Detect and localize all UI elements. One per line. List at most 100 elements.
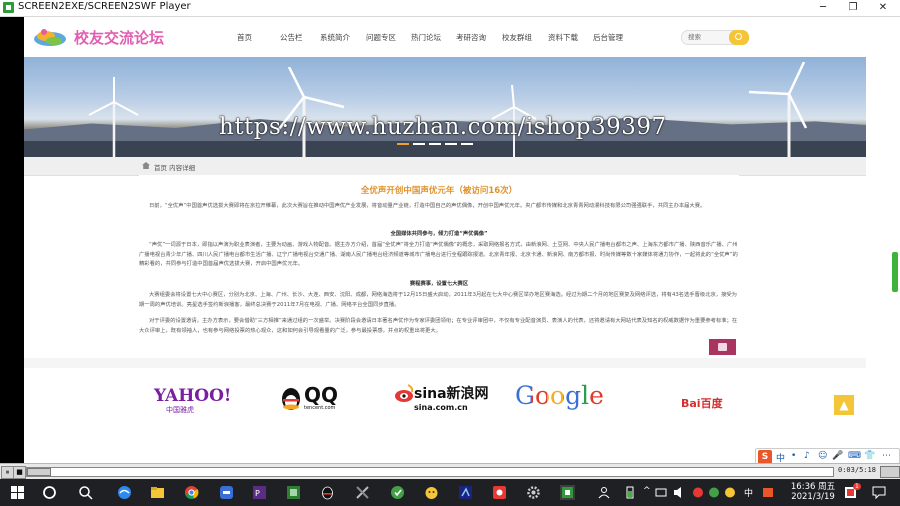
tools-icon[interactable] <box>355 485 370 500</box>
nav-downloads[interactable]: 资料下载 <box>548 32 578 43</box>
home-icon <box>142 162 150 169</box>
screen2exe-icon[interactable] <box>560 485 575 500</box>
nav-grad-consult[interactable]: 考研咨询 <box>456 32 486 43</box>
clock-date: 2021/3/19 <box>791 492 835 502</box>
app-icon-green[interactable] <box>286 485 301 500</box>
site-header: 校友交流论坛 首页 公告栏 系统简介 问题专区 热门论坛 考研咨询 校友群组 资… <box>24 17 866 57</box>
app-icon-navy[interactable] <box>458 485 473 500</box>
ime-skin-icon[interactable]: 👕 <box>864 451 875 461</box>
tray-expand-icon[interactable]: ^ <box>643 486 651 496</box>
nav-home[interactable]: 首页 <box>237 32 252 43</box>
nav-system-intro[interactable]: 系统简介 <box>320 32 350 43</box>
right-margin: ▲ <box>834 17 900 463</box>
app-icon-yellow[interactable] <box>424 485 439 500</box>
taskbar-clock[interactable]: 16:36 周五 2021/3/19 <box>785 482 841 502</box>
seek-track[interactable] <box>26 467 834 477</box>
edge-browser-icon[interactable] <box>117 485 132 500</box>
ime-sound-icon[interactable]: ♪ <box>804 451 810 461</box>
partner-logos: YAHOO! 中国雅虎 QQ tencent.com sina新浪网 sina.… <box>24 368 866 463</box>
ime-more-icon[interactable]: ⋯ <box>882 451 891 461</box>
clock-time: 16:36 周五 <box>790 482 836 492</box>
partner-name: YAHOO! <box>154 386 232 406</box>
ime-tray-icon[interactable] <box>762 485 774 500</box>
file-explorer-icon[interactable] <box>150 485 165 500</box>
window-titlebar: SCREEN2EXE/SCREEN2SWF Player ─ ❐ ✕ <box>0 0 900 17</box>
partner-name: sina新浪网 <box>414 386 489 402</box>
breadcrumb-text[interactable]: 首页 内容详细 <box>154 162 195 172</box>
penguin-icon <box>282 388 300 410</box>
windows-start-icon[interactable] <box>11 486 24 499</box>
app-icon-red[interactable] <box>492 485 507 500</box>
slide-dot[interactable] <box>413 143 425 145</box>
sogou-ime-icon[interactable]: S <box>758 450 772 464</box>
action-center-icon[interactable] <box>872 485 886 500</box>
slide-dot[interactable] <box>445 143 457 145</box>
tray-app-icon[interactable] <box>724 485 736 500</box>
search-icon[interactable] <box>729 30 749 45</box>
share-button[interactable] <box>709 339 736 355</box>
nav-announcements[interactable]: 公告栏 <box>280 32 303 43</box>
nav-alumni-groups[interactable]: 校友群组 <box>502 32 532 43</box>
app-icon-blue[interactable] <box>219 485 234 500</box>
chrome-icon[interactable] <box>184 485 199 500</box>
section-divider <box>24 358 866 368</box>
article-paragraph: 对于评委的设置邀请，主办方表示，要会借助“三方相推”来通过组的一次盛举。决赛阶段… <box>139 318 738 334</box>
breadcrumb: 首页 内容详细 <box>24 157 866 176</box>
speaker-icon[interactable] <box>673 485 685 500</box>
search-icon[interactable] <box>78 485 93 500</box>
tray-app-icon[interactable] <box>708 485 720 500</box>
site-logo-icon[interactable] <box>32 25 68 49</box>
nav-hot-forum[interactable]: 热门论坛 <box>411 32 441 43</box>
nav-questions[interactable]: 问题专区 <box>366 32 396 43</box>
minimize-button[interactable]: ─ <box>808 0 838 16</box>
ime-punct-icon[interactable]: • <box>791 451 796 461</box>
playback-time: 0:03/5:18 <box>838 466 876 474</box>
wind-turbine-icon <box>748 62 808 157</box>
watermark-url: https://www.huzhan.com/ishop39397 <box>219 114 667 140</box>
people-icon[interactable] <box>598 485 613 500</box>
windows-taskbar: P ^ 中 16:36 周五 2021/3/19 1 <box>0 479 900 506</box>
back-to-top-icon[interactable]: ▲ <box>834 395 854 415</box>
cortana-icon[interactable] <box>42 485 57 500</box>
nav-admin[interactable]: 后台管理 <box>593 32 623 43</box>
article: 全优声开创中国声优元年（被访问16次） 日前，“全优声”中国首声优选拔大赛即将在… <box>139 175 739 358</box>
partner-yahoo-logo[interactable]: YAHOO! 中国雅虎 <box>154 388 231 415</box>
volume-level-bar[interactable] <box>892 252 898 292</box>
player-viewport: 校友交流论坛 首页 公告栏 系统简介 问题专区 热门论坛 考研咨询 校友群组 资… <box>0 17 900 466</box>
battery-icon[interactable] <box>624 485 636 500</box>
article-paragraph: 日前，“全优声”中国首声优选拔大赛即将在京拉开帷幕，此次大赛旨在推动中国声优产业… <box>149 203 706 209</box>
search-box <box>681 30 749 45</box>
slide-dot[interactable] <box>461 143 473 145</box>
app-icon-purple[interactable]: P <box>252 485 267 500</box>
close-button[interactable]: ✕ <box>868 0 898 16</box>
partner-baidu-logo[interactable]: Bai百度 <box>681 395 723 411</box>
volume-slider[interactable] <box>880 466 900 478</box>
site-logo-text[interactable]: 校友交流论坛 <box>74 27 164 48</box>
settings-gear-icon[interactable] <box>526 485 541 500</box>
search-input[interactable] <box>688 32 728 42</box>
restore-button[interactable]: ❐ <box>838 0 868 16</box>
wind-turbine-icon <box>278 67 345 157</box>
tray-app-icon[interactable] <box>692 485 704 500</box>
web-page: 校友交流论坛 首页 公告栏 系统简介 问题专区 热门论坛 考研咨询 校友群组 资… <box>24 17 866 463</box>
seek-thumb[interactable] <box>27 468 51 476</box>
app-icon-green-circle[interactable] <box>390 485 405 500</box>
hero-banner: https://www.huzhan.com/ishop39397 <box>24 57 866 157</box>
window-title: SCREEN2EXE/SCREEN2SWF Player <box>18 1 191 12</box>
partner-name: Bai百度 <box>681 397 723 410</box>
stop-button[interactable]: ■ <box>13 466 26 479</box>
ime-mic-icon[interactable]: 🎤 <box>832 451 843 461</box>
ime-emoji-icon[interactable]: ☺ <box>818 451 827 461</box>
partner-name: QQ <box>304 383 339 407</box>
article-title: 全优声开创中国声优元年（被访问16次） <box>360 186 518 196</box>
partner-google-logo[interactable]: Google <box>515 382 604 410</box>
slide-dot[interactable] <box>397 143 409 145</box>
slide-dot[interactable] <box>429 143 441 145</box>
ime-keyboard-icon[interactable]: ⌨ <box>848 451 861 461</box>
app-icon <box>3 2 14 13</box>
network-icon[interactable] <box>655 485 667 500</box>
notification-badge: 1 <box>853 483 861 490</box>
input-language-indicator[interactable]: 中 <box>744 486 753 499</box>
partner-sub: tencent.com <box>304 405 336 411</box>
qq-icon[interactable] <box>320 485 335 500</box>
